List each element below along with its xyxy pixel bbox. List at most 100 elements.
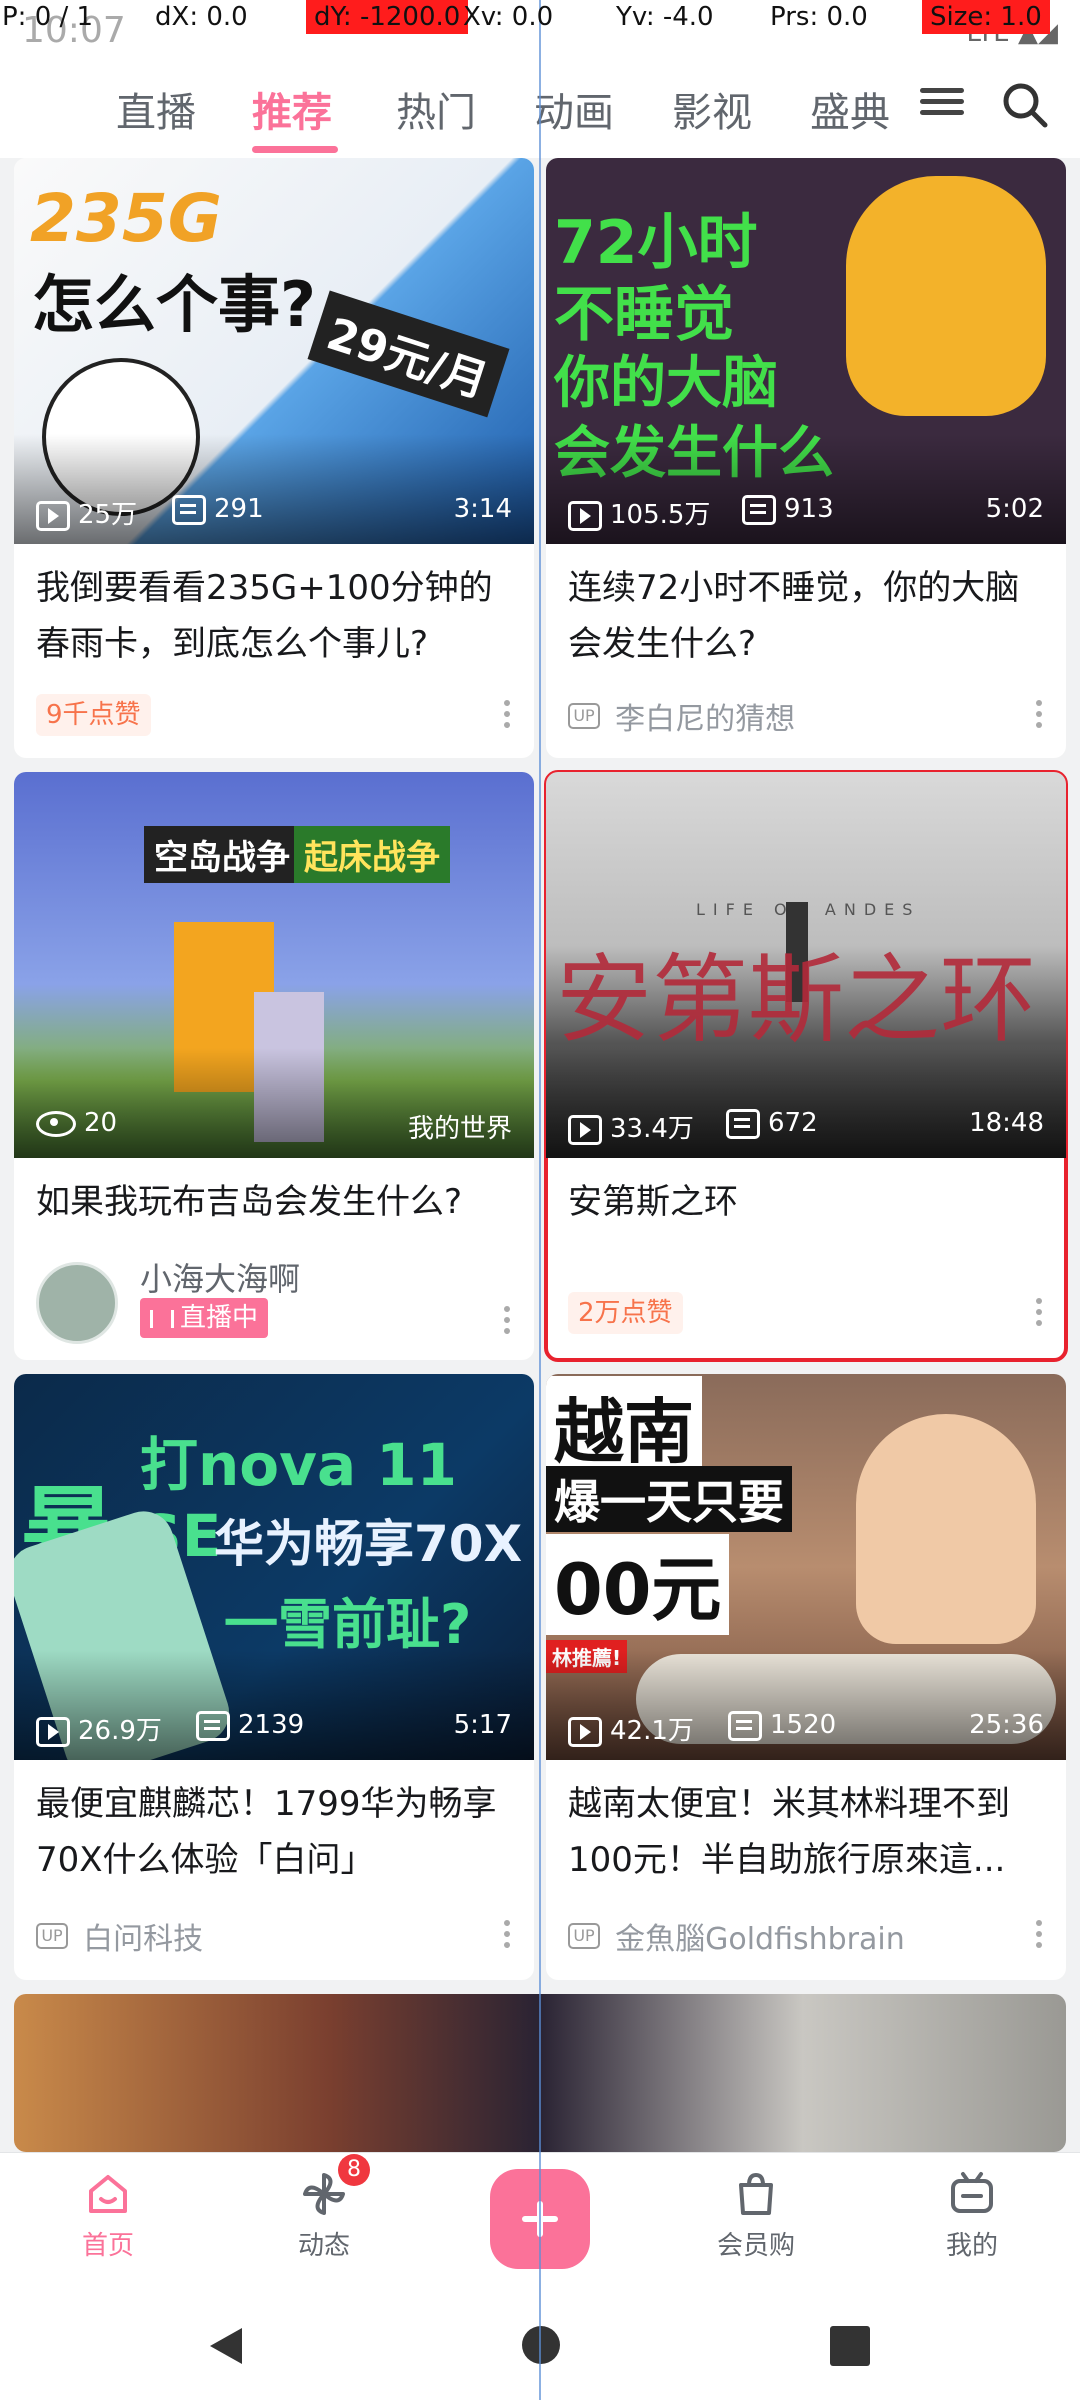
thumb-caption: 00元 [546, 1534, 730, 1635]
video-thumbnail[interactable]: 235G 怎么个事? 29元/月 25万 291 3:14 [14, 158, 534, 544]
video-title[interactable]: 越南太便宜！米其林料理不到100元！半自助旅行原來這... [568, 1776, 1044, 1888]
play-count-icon [568, 1716, 602, 1747]
tv-profile-icon [951, 2172, 993, 2213]
uploader-name[interactable]: 金魚腦Goldfishbrain [615, 1922, 905, 1957]
live-label: 直播中 [180, 1303, 259, 1333]
tab-film[interactable]: 影视 [672, 80, 752, 138]
play-count-icon [568, 500, 602, 531]
tab-anime[interactable]: 动画 [534, 80, 614, 138]
nav-home[interactable]: 首页 [48, 2169, 168, 2262]
video-card[interactable]: 72小时 不睡觉 你的大脑 会发生什么 105.5万 913 5:02 连续72… [546, 158, 1066, 758]
more-options-icon[interactable] [504, 1306, 512, 1339]
danmaku-count: 291 [214, 494, 264, 524]
play-count: 25万 [78, 500, 138, 530]
video-meta: 9千点赞 [36, 694, 512, 738]
menu-icon[interactable] [920, 82, 964, 126]
uploader-name[interactable]: 白问科技 [83, 1922, 203, 1957]
thumb-caption: 235G [30, 180, 222, 257]
tab-live[interactable]: 直播 [116, 80, 196, 138]
up-badge-icon: UP [36, 1923, 68, 1949]
video-thumbnail[interactable]: 72小时 不睡觉 你的大脑 会发生什么 105.5万 913 5:02 [546, 158, 1066, 544]
notification-badge: 8 [338, 2154, 370, 2186]
thumb-caption: 华为畅享70X [214, 1515, 523, 1573]
video-meta: 2万点赞 [568, 1292, 1044, 1336]
danmaku-count: 1520 [770, 1710, 837, 1740]
debug-dx: dX: 0.0 [155, 2, 248, 32]
tab-hot[interactable]: 热门 [396, 80, 476, 138]
video-thumbnail[interactable]: LIFE OF ANDES 安第斯之环 33.4万 672 18:48 [546, 772, 1066, 1158]
like-badge: 2万点赞 [568, 1292, 683, 1334]
video-card-selected[interactable]: LIFE OF ANDES 安第斯之环 33.4万 672 18:48 安第斯之… [544, 770, 1068, 1362]
view-count-icon [36, 1110, 76, 1137]
play-count-icon [36, 500, 70, 531]
nav-vip-shop-label: 会员购 [716, 2231, 795, 2261]
video-thumbnail[interactable]: 越南 爆一天只要 00元 林推薦! 42.1万 1520 25:36 [546, 1374, 1066, 1760]
video-duration: 5:02 [985, 494, 1044, 524]
more-options-icon[interactable] [1036, 1920, 1044, 1953]
video-thumbnail[interactable]: 打nova 11 SE 暴 华为畅享70X 一雪前耻? 26.9万 2139 5… [14, 1374, 534, 1760]
more-options-icon[interactable] [504, 700, 512, 733]
video-title[interactable]: 最便宜麒麟芯！1799华为畅享70X什么体验「白问」 [36, 1776, 512, 1888]
danmaku-icon [728, 1710, 762, 1741]
debug-prs: Prs: 0.0 [770, 2, 868, 32]
play-count: 26.9万 [78, 1716, 162, 1746]
video-title[interactable]: 安第斯之环 [568, 1174, 1044, 1230]
video-title[interactable]: 我倒要看看235G+100分钟的春雨卡，到底怎么个事儿? [36, 560, 512, 672]
person-image [856, 1414, 1036, 1644]
thumb-caption: 起床战争 [294, 826, 450, 883]
view-count: 20 [84, 1108, 118, 1138]
video-stats: 26.9万 2139 5:17 [36, 1706, 512, 1747]
danmaku-icon [172, 494, 206, 525]
search-icon[interactable] [1000, 80, 1050, 130]
live-badge[interactable]: 直播中 [140, 1298, 269, 1338]
home-circle-icon[interactable] [520, 2324, 562, 2366]
more-options-icon[interactable] [1036, 1298, 1044, 1331]
danmaku-count: 672 [768, 1108, 818, 1138]
video-meta: UP 白问科技 [36, 1914, 512, 1958]
tab-festival[interactable]: 盛典 [810, 80, 890, 138]
video-meta: UP 金魚腦Goldfishbrain [568, 1914, 1044, 1958]
video-card[interactable]: 235G 怎么个事? 29元/月 25万 291 3:14 我倒要看看235G+… [14, 158, 534, 758]
thumb-subtitle: LIFE OF ANDES [696, 900, 921, 919]
nav-dynamic[interactable]: 动态 [264, 2169, 384, 2262]
video-card[interactable]: 打nova 11 SE 暴 华为畅享70X 一雪前耻? 26.9万 2139 5… [14, 1374, 534, 1980]
debug-xv: Xv: 0.0 [463, 2, 554, 32]
more-options-icon[interactable] [1036, 700, 1044, 733]
video-card[interactable]: 空岛战争 起床战争 20 我的世界 如果我玩布吉岛会发生什么? 小海大海啊 直播… [14, 772, 534, 1360]
video-category: 我的世界 [407, 1114, 512, 1144]
video-stats: 105.5万 913 5:02 [568, 490, 1044, 531]
danmaku-icon [726, 1108, 760, 1139]
thumb-caption: 空岛战争 [144, 826, 300, 883]
uploader-avatar[interactable] [36, 1262, 118, 1344]
danmaku-icon [742, 494, 776, 525]
recents-icon[interactable] [830, 2326, 870, 2366]
shopping-bag-icon [739, 2172, 773, 2215]
video-duration: 25:36 [969, 1710, 1044, 1740]
more-options-icon[interactable] [504, 1920, 512, 1953]
video-title[interactable]: 如果我玩布吉岛会发生什么? [36, 1174, 512, 1230]
thumb-caption: 安第斯之环 [556, 944, 1036, 1056]
up-badge-icon: UP [568, 703, 600, 729]
nav-me[interactable]: 我的 [912, 2169, 1032, 2262]
like-badge: 9千点赞 [36, 694, 151, 736]
debug-crosshair [539, 0, 541, 2400]
video-stats: 42.1万 1520 25:36 [568, 1706, 1044, 1747]
danmaku-count: 913 [784, 494, 834, 524]
uploader-name[interactable]: 小海大海啊 [140, 1254, 300, 1300]
thumb-caption: 爆一天只要 [546, 1466, 792, 1532]
debug-size: Size: 1.0 [922, 0, 1050, 34]
video-thumbnail[interactable]: 空岛战争 起床战争 20 我的世界 [14, 772, 534, 1158]
video-title[interactable]: 连续72小时不睡觉，你的大脑会发生什么? [568, 560, 1044, 672]
video-card[interactable]: 越南 爆一天只要 00元 林推薦! 42.1万 1520 25:36 越南太便宜… [546, 1374, 1066, 1980]
debug-pointer: P: 0 / 1 [2, 2, 94, 32]
nav-me-label: 我的 [945, 2231, 998, 2261]
back-icon[interactable] [204, 2324, 248, 2368]
tab-recommend[interactable]: 推荐 [252, 80, 332, 138]
video-duration: 18:48 [969, 1108, 1044, 1138]
nav-vip-shop[interactable]: 会员购 [696, 2169, 816, 2262]
play-count: 42.1万 [610, 1716, 694, 1746]
thumb-caption: 一雪前耻? [224, 1593, 472, 1656]
uploader-name[interactable]: 李白尼的猜想 [615, 702, 795, 737]
debug-dy: dY: -1200.0 [306, 0, 469, 34]
play-count-icon [36, 1716, 70, 1747]
